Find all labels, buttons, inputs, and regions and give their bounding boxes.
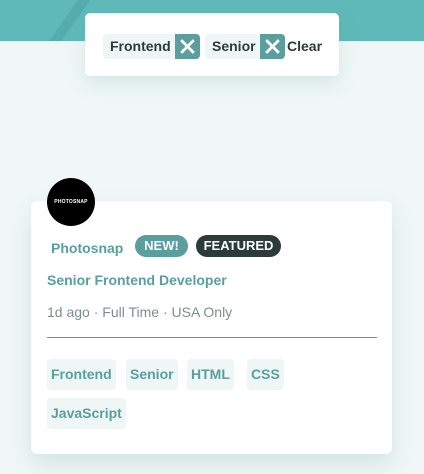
- close-icon: [264, 39, 280, 54]
- filter-bar: Frontend Senior Clear: [85, 13, 339, 76]
- filter-chip-label: Senior: [205, 34, 260, 59]
- tag-javascript[interactable]: JavaScript: [47, 398, 126, 429]
- company-logo: PHOTOSNAP: [47, 178, 95, 226]
- company-logo-text: PHOTOSNAP: [54, 199, 88, 205]
- tag-senior[interactable]: Senior: [126, 359, 178, 390]
- job-meta: 1d ago · Full Time · USA Only: [47, 304, 233, 320]
- clear-filters-button[interactable]: Clear: [287, 34, 322, 59]
- close-icon: [179, 39, 195, 54]
- featured-badge: FEATURED: [196, 235, 281, 257]
- card-divider: [47, 337, 377, 338]
- remove-filter-button[interactable]: [259, 34, 285, 59]
- filter-chip-frontend: Frontend: [103, 34, 200, 59]
- job-position-title[interactable]: Senior Frontend Developer: [47, 269, 227, 291]
- tag-html[interactable]: HTML: [187, 359, 234, 390]
- tag-frontend[interactable]: Frontend: [47, 359, 116, 390]
- filter-chip-label: Frontend: [103, 34, 175, 59]
- company-name: Photosnap: [51, 240, 124, 256]
- new-badge: NEW!: [135, 235, 188, 257]
- tag-css[interactable]: CSS: [247, 359, 284, 390]
- remove-filter-button[interactable]: [174, 34, 200, 59]
- filter-chip-senior: Senior: [205, 34, 285, 59]
